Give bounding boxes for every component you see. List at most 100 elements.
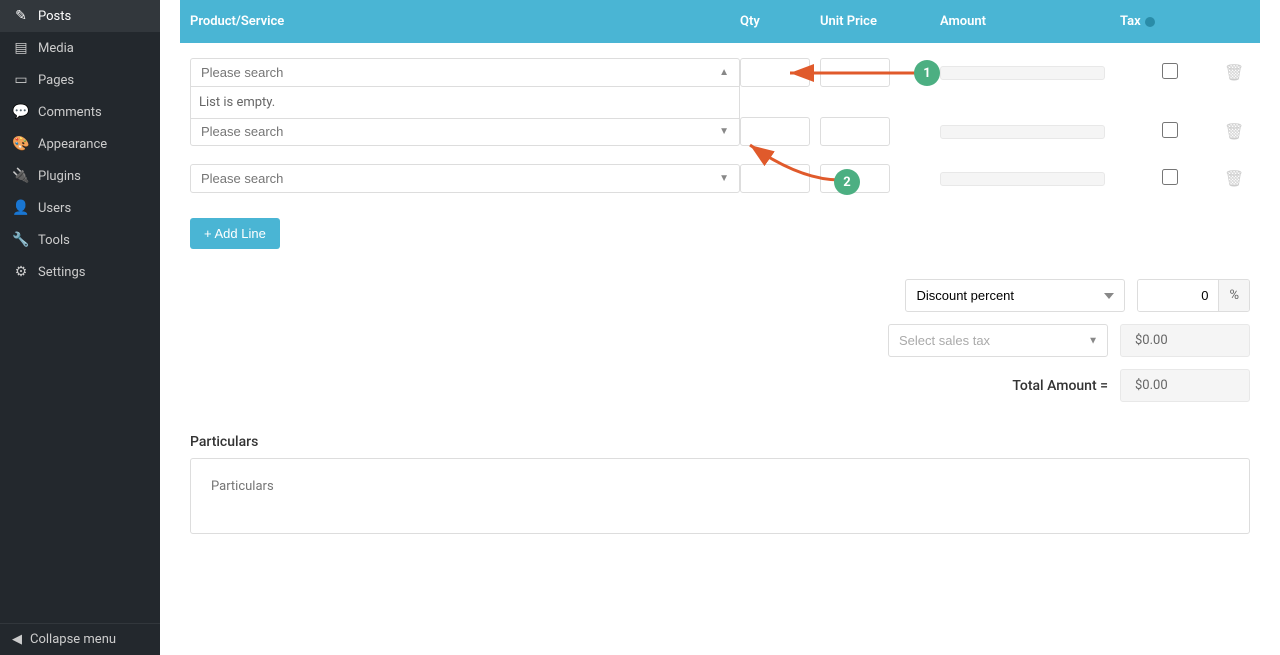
col-unit-price: Unit Price	[820, 14, 940, 29]
search-input-row3[interactable]	[201, 171, 719, 186]
comments-icon: 💬	[12, 104, 30, 120]
product-search-row2[interactable]: ▼ 2	[190, 117, 740, 146]
sidebar-item-media[interactable]: ▤ Media	[0, 32, 160, 64]
discount-type-select[interactable]: Discount percent Discount fixed	[905, 279, 1125, 312]
col-amount: Amount	[940, 14, 1120, 29]
discount-input-wrapper: %	[1137, 279, 1250, 312]
qty-input-row1[interactable]	[740, 58, 810, 87]
sidebar-item-plugins[interactable]: 🔌 Plugins	[0, 160, 160, 192]
discount-value-input[interactable]	[1138, 280, 1218, 311]
table-row: ▲ List is empty.	[180, 53, 1260, 92]
sales-tax-amount: $0.00	[1120, 324, 1250, 357]
delete-button-row2[interactable]: 🗑	[1220, 122, 1248, 142]
sidebar-item-settings[interactable]: ⚙ Settings	[0, 256, 160, 288]
col-product: Product/Service	[190, 14, 740, 29]
amount-display-row2	[940, 125, 1105, 139]
discount-symbol: %	[1218, 280, 1249, 311]
tax-checkbox-row3[interactable]	[1162, 169, 1178, 185]
delete-cell-row2: 🗑	[1220, 122, 1250, 142]
tax-cell-row3	[1120, 169, 1220, 189]
total-amount-value: $0.00	[1120, 369, 1250, 402]
search-input-row1[interactable]	[201, 65, 719, 80]
sidebar-item-label: Plugins	[38, 169, 81, 184]
sidebar-item-label: Appearance	[38, 137, 107, 152]
sidebar-item-posts[interactable]: ✎ Posts	[0, 0, 160, 32]
unit-price-cell-row3	[820, 164, 940, 193]
table-body: ▲ List is empty.	[180, 43, 1260, 208]
sidebar-item-pages[interactable]: ▭ Pages	[0, 64, 160, 96]
col-qty: Qty	[740, 14, 820, 29]
plugins-icon: 🔌	[12, 168, 30, 184]
tax-cell-row1	[1120, 63, 1220, 83]
sidebar-item-appearance[interactable]: 🎨 Appearance	[0, 128, 160, 160]
search-input-wrapper-row1[interactable]: ▲	[190, 58, 740, 87]
sidebar-item-label: Media	[38, 41, 74, 56]
particulars-textarea[interactable]	[201, 469, 1239, 519]
amount-display-row3	[940, 172, 1105, 186]
unit-price-input-row2[interactable]	[820, 117, 890, 146]
search-input-wrapper-row3[interactable]: ▼	[190, 164, 740, 193]
sidebar-item-users[interactable]: 👤 Users	[0, 192, 160, 224]
sidebar: ✎ Posts ▤ Media ▭ Pages 💬 Comments 🎨 App…	[0, 0, 160, 655]
sidebar-item-comments[interactable]: 💬 Comments	[0, 96, 160, 128]
delete-button-row1[interactable]: 🗑	[1220, 63, 1248, 83]
total-amount-label: Total Amount =	[1012, 378, 1108, 394]
sales-tax-select-wrapper: Select sales tax ▼	[888, 324, 1108, 357]
product-search-row1[interactable]: ▲ List is empty.	[190, 58, 740, 87]
sidebar-item-label: Users	[38, 201, 71, 216]
particulars-label: Particulars	[190, 434, 1250, 450]
collapse-icon: ◀	[12, 632, 22, 647]
appearance-icon: 🎨	[12, 136, 30, 152]
table-row: ▼ 🗑	[180, 159, 1260, 198]
add-line-button[interactable]: + Add Line	[190, 218, 280, 249]
qty-input-row3[interactable]	[740, 164, 810, 193]
sidebar-item-label: Pages	[38, 73, 74, 88]
posts-icon: ✎	[12, 8, 30, 24]
tax-cell-row2	[1120, 122, 1220, 142]
tax-indicator-dot	[1145, 17, 1155, 27]
add-line-section: + Add Line	[180, 208, 1260, 259]
content-area: Product/Service Qty Unit Price Amount Ta…	[160, 0, 1280, 564]
collapse-label: Collapse menu	[30, 632, 116, 647]
dropdown-arrow-row3: ▼	[719, 173, 729, 184]
unit-price-cell-row1	[820, 58, 940, 87]
tools-icon: 🔧	[12, 232, 30, 248]
search-input-wrapper-row2[interactable]: ▼	[190, 117, 740, 146]
sidebar-item-label: Settings	[38, 265, 85, 280]
qty-cell-row3	[740, 164, 820, 193]
tax-checkbox-row1[interactable]	[1162, 63, 1178, 79]
particulars-section: Particulars	[180, 424, 1260, 544]
users-icon: 👤	[12, 200, 30, 216]
unit-price-input-row3[interactable]	[820, 164, 890, 193]
main-content: Product/Service Qty Unit Price Amount Ta…	[160, 0, 1280, 655]
amount-cell-row2	[940, 125, 1120, 139]
dropdown-arrow-row1: ▲	[719, 67, 729, 78]
search-input-row2[interactable]	[201, 124, 719, 139]
sidebar-item-tools[interactable]: 🔧 Tools	[0, 224, 160, 256]
amount-display-row1	[940, 66, 1105, 80]
sales-tax-row: Select sales tax ▼ $0.00	[190, 324, 1250, 357]
amount-cell-row1	[940, 66, 1120, 80]
empty-list-message: List is empty.	[199, 95, 275, 110]
sidebar-item-label: Comments	[38, 105, 102, 120]
qty-cell-row2	[740, 117, 820, 146]
dropdown-arrow-row2: ▼	[719, 126, 729, 137]
discount-row: Discount percent Discount fixed %	[190, 279, 1250, 312]
media-icon: ▤	[12, 40, 30, 56]
qty-input-row2[interactable]	[740, 117, 810, 146]
delete-button-row3[interactable]: 🗑	[1220, 169, 1248, 189]
pages-icon: ▭	[12, 72, 30, 88]
sidebar-item-label: Posts	[38, 9, 71, 24]
unit-price-input-row1[interactable]	[820, 58, 890, 87]
summary-section: Discount percent Discount fixed % Select…	[180, 259, 1260, 424]
total-row: Total Amount = $0.00	[190, 369, 1250, 402]
sales-tax-select[interactable]: Select sales tax	[888, 324, 1108, 357]
unit-price-cell-row2	[820, 117, 940, 146]
sidebar-item-label: Tools	[38, 233, 70, 248]
tax-checkbox-row2[interactable]	[1162, 122, 1178, 138]
dropdown-list-row1: List is empty.	[190, 87, 740, 119]
col-tax: Tax	[1120, 14, 1220, 29]
product-search-row3[interactable]: ▼	[190, 164, 740, 193]
collapse-menu-button[interactable]: ◀ Collapse menu	[0, 623, 160, 655]
delete-cell-row1: 🗑	[1220, 63, 1250, 83]
